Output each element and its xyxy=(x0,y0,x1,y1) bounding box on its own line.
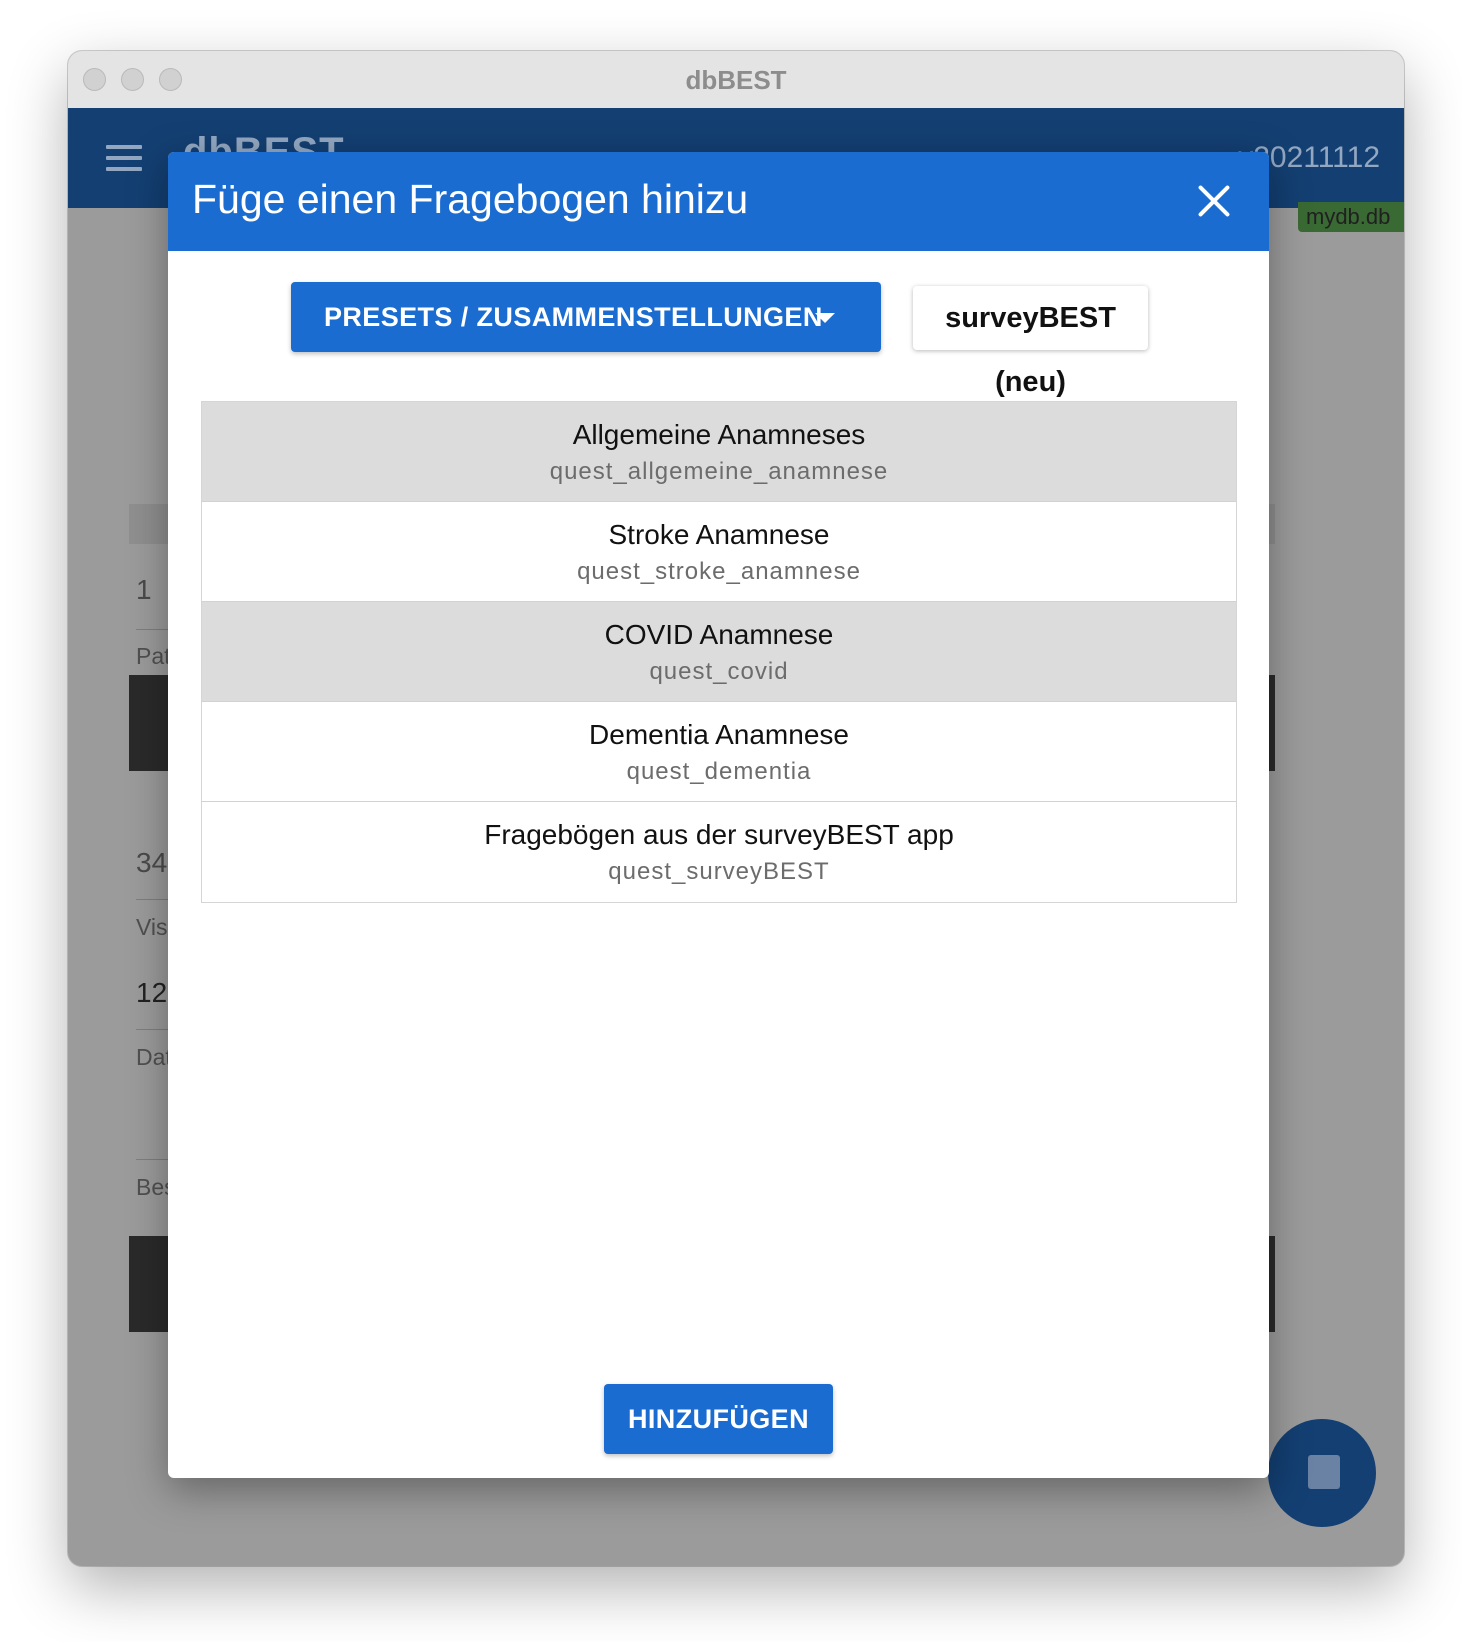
save-fab[interactable] xyxy=(1268,1419,1376,1527)
questionnaire-name: Allgemeine Anamneses xyxy=(572,419,866,450)
dialog-title: Füge einen Fragebogen hinizu xyxy=(192,176,749,222)
questionnaire-item[interactable]: Fragebögen aus der surveyBEST app quest_… xyxy=(202,802,1236,902)
dropdown-caret-icon xyxy=(815,313,835,323)
presets-dropdown-button[interactable]: PRESETS / ZUSAMMENSTELLUNGEN xyxy=(291,282,881,352)
window-title: dbBEST xyxy=(685,65,787,95)
bg-field-value: 1 xyxy=(136,574,152,605)
questionnaire-item[interactable]: COVID Anamnese quest_covid xyxy=(202,602,1236,702)
add-questionnaire-dialog: Füge einen Fragebogen hinizu PRESETS / Z… xyxy=(168,152,1269,1478)
bg-field-label: Vis xyxy=(136,914,168,940)
bg-field-label: Pat xyxy=(136,643,171,669)
bg-field-value: 12 xyxy=(136,977,168,1008)
questionnaire-id: quest_stroke_anamnese xyxy=(577,558,861,585)
bg-field-value: 34 xyxy=(136,847,168,878)
window-titlebar: dbBEST xyxy=(68,51,1404,109)
questionnaire-name: Fragebögen aus der surveyBEST app xyxy=(484,819,954,850)
close-icon[interactable] xyxy=(1191,178,1237,224)
questionnaire-item[interactable]: Stroke Anamnese quest_stroke_anamnese xyxy=(202,502,1236,602)
surveybest-button[interactable]: surveyBEST (neu) xyxy=(913,286,1148,398)
presets-button-label: PRESETS / ZUSAMMENSTELLUNGEN xyxy=(324,302,823,332)
add-button[interactable]: HINZUFÜGEN xyxy=(604,1384,833,1454)
questionnaire-id: quest_covid xyxy=(649,658,789,685)
questionnaire-id: quest_surveyBEST xyxy=(608,858,830,885)
dialog-header: Füge einen Fragebogen hinizu xyxy=(168,152,1269,251)
questionnaire-item[interactable]: Allgemeine Anamneses quest_allgemeine_an… xyxy=(202,402,1236,502)
questionnaire-item[interactable]: Dementia Anamnese quest_dementia xyxy=(202,702,1236,802)
questionnaire-name: COVID Anamnese xyxy=(604,619,834,650)
db-file-chip: mydb.db xyxy=(1298,202,1404,232)
questionnaire-id: quest_dementia xyxy=(626,758,812,785)
questionnaire-id: quest_allgemeine_anamnese xyxy=(549,458,889,485)
questionnaire-list: Allgemeine Anamneses quest_allgemeine_an… xyxy=(201,401,1237,903)
questionnaire-name: Stroke Anamnese xyxy=(608,519,830,550)
save-icon xyxy=(1308,1455,1340,1489)
questionnaire-name: Dementia Anamnese xyxy=(589,719,849,750)
bg-field-label: Dat xyxy=(136,1044,172,1070)
hamburger-menu-icon[interactable] xyxy=(106,145,142,171)
